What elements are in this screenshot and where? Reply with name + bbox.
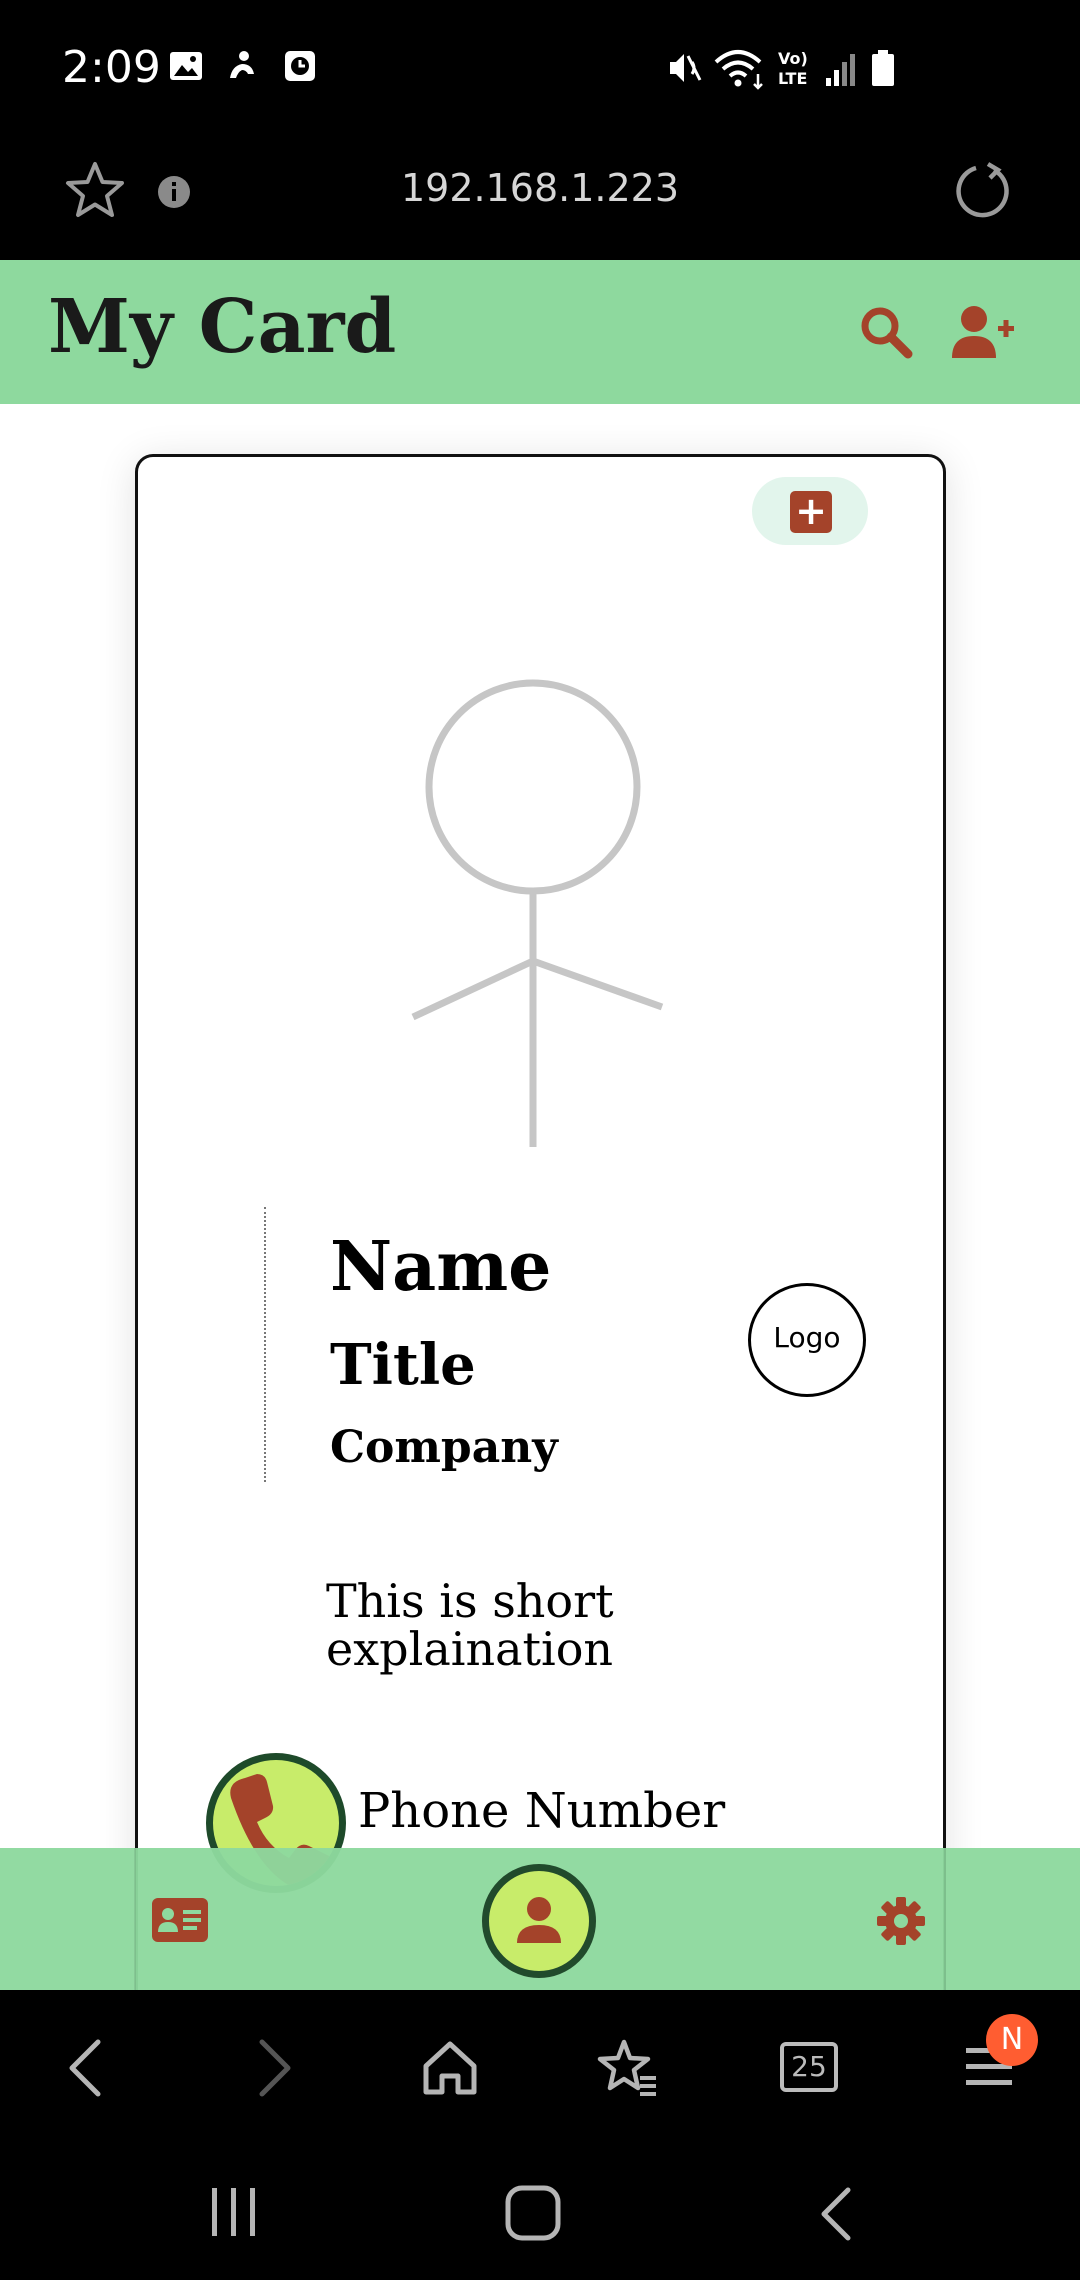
tabs-icon[interactable]: 25 — [780, 2042, 838, 2092]
url-text[interactable]: 192.168.1.223 — [0, 166, 1080, 210]
settings-icon[interactable] — [876, 1896, 926, 1946]
signal-icon — [826, 54, 855, 86]
svg-text:Vo): Vo) — [778, 49, 808, 68]
status-time: 2:09 — [62, 42, 161, 93]
contact-card-icon[interactable] — [152, 1898, 208, 1942]
name-divider — [264, 1207, 266, 1482]
browser-toolbar: 25 — [0, 1990, 1080, 2140]
notification-icon — [230, 51, 254, 78]
card-description: This is short explaination — [326, 1574, 614, 1676]
add-user-icon[interactable] — [950, 304, 1016, 360]
app-header: My Card — [0, 260, 1080, 404]
add-card-button[interactable]: + — [752, 477, 868, 545]
phone-number: Phone Number — [358, 1783, 726, 1839]
add-icon: + — [790, 491, 832, 533]
card-title: Title — [330, 1332, 476, 1398]
wifi-icon — [714, 50, 763, 90]
business-card: + Name Title Company Logo This is short … — [135, 454, 946, 1990]
volte-icon: Vo) LTE — [778, 49, 808, 88]
notification-badge: N — [986, 2014, 1038, 2066]
reload-icon[interactable] — [954, 160, 1014, 220]
status-bar: 2:09 Vo) LTE — [0, 0, 1080, 140]
bookmarks-icon[interactable] — [596, 2038, 660, 2098]
avatar-placeholder — [411, 679, 664, 1147]
forward-icon[interactable] — [252, 2038, 296, 2098]
page-title: My Card — [48, 284, 397, 370]
nav-divider — [134, 1848, 136, 1990]
battery-icon — [872, 50, 894, 86]
card-name: Name — [330, 1227, 552, 1307]
profile-icon — [517, 1897, 561, 1943]
nav-divider — [944, 1848, 946, 1990]
browser-address-bar: 192.168.1.223 — [0, 140, 1080, 260]
recent-apps-icon[interactable] — [206, 2184, 262, 2240]
home-icon[interactable] — [420, 2038, 480, 2098]
clock-app-icon — [285, 51, 315, 81]
company-logo: Logo — [748, 1283, 866, 1397]
home-button-icon[interactable] — [504, 2184, 564, 2244]
svg-text:LTE: LTE — [778, 69, 807, 88]
bottom-nav — [0, 1848, 1080, 1990]
card-company: Company — [330, 1422, 558, 1473]
mute-icon — [670, 54, 702, 82]
system-back-icon[interactable] — [814, 2184, 858, 2244]
image-icon — [170, 52, 202, 80]
search-icon[interactable] — [858, 304, 914, 360]
back-icon[interactable] — [64, 2038, 108, 2098]
system-nav-bar — [0, 2140, 1080, 2280]
app-viewport: My Card + Name Title Company Logo This i… — [0, 260, 1080, 1990]
profile-button[interactable] — [482, 1864, 596, 1978]
